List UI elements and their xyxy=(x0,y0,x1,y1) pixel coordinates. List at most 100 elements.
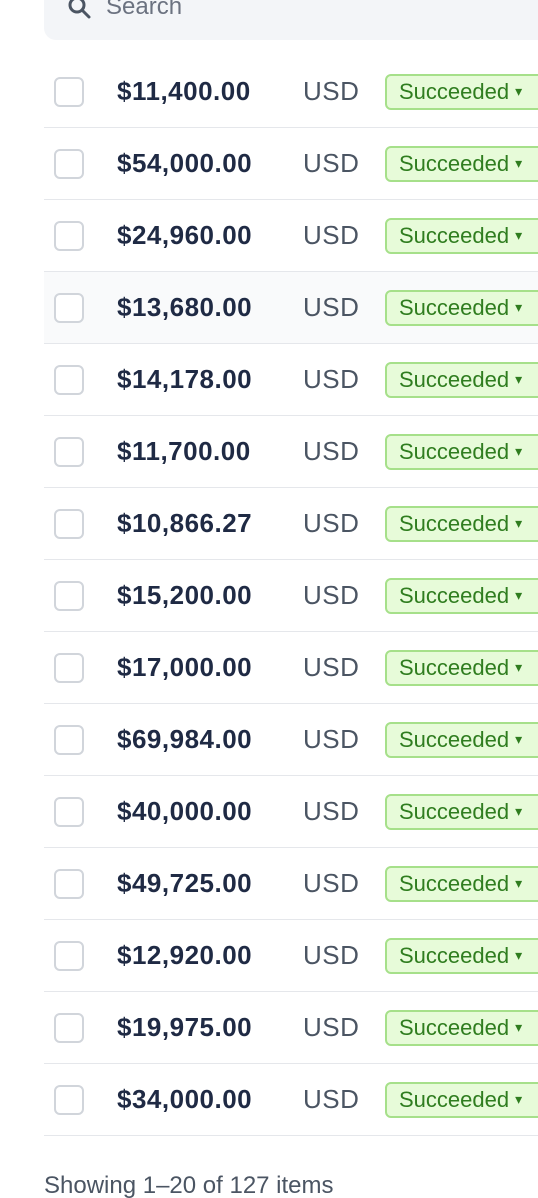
chevron-down-icon: ▾ xyxy=(515,1019,523,1035)
table-row[interactable]: $34,000.00 USD Succeeded ▾ xyxy=(44,1064,538,1136)
row-checkbox[interactable] xyxy=(54,148,84,179)
status-badge[interactable]: Succeeded ▾ xyxy=(385,145,538,182)
table-row[interactable]: $11,700.00 USD Succeeded ▾ xyxy=(44,416,538,488)
amount-cell: $11,400.00 xyxy=(117,76,251,106)
amount-cell: $19,975.00 xyxy=(117,1012,253,1042)
currency-cell: USD xyxy=(303,1084,360,1114)
search-icon xyxy=(66,0,94,22)
row-checkbox[interactable] xyxy=(54,292,84,323)
table-row[interactable]: $12,920.00 USD Succeeded ▾ xyxy=(44,920,538,992)
amount-cell: $49,725.00 xyxy=(117,868,253,898)
status-badge[interactable]: Succeeded ▾ xyxy=(385,73,538,110)
chevron-down-icon: ▾ xyxy=(515,83,523,99)
status-badge[interactable]: Succeeded ▾ xyxy=(385,649,538,686)
table-row[interactable]: $19,975.00 USD Succeeded ▾ xyxy=(44,992,538,1064)
currency-cell: USD xyxy=(303,796,360,826)
chevron-down-icon: ▾ xyxy=(515,515,523,531)
table-row[interactable]: $49,725.00 USD Succeeded ▾ xyxy=(44,848,538,920)
status-badge[interactable]: Succeeded ▾ xyxy=(385,217,538,254)
search-input[interactable] xyxy=(106,0,486,22)
status-badge[interactable]: Succeeded ▾ xyxy=(385,937,538,974)
chevron-down-icon: ▾ xyxy=(515,155,523,171)
chevron-down-icon: ▾ xyxy=(515,587,523,603)
currency-cell: USD xyxy=(303,436,360,466)
status-badge[interactable]: Succeeded ▾ xyxy=(385,1009,538,1046)
status-label: Succeeded xyxy=(399,798,510,824)
status-badge[interactable]: Succeeded ▾ xyxy=(385,1081,538,1118)
chevron-down-icon: ▾ xyxy=(515,227,523,243)
status-label: Succeeded xyxy=(399,1086,510,1112)
amount-cell: $24,960.00 xyxy=(117,220,253,250)
amount-cell: $69,984.00 xyxy=(117,724,253,754)
table-row[interactable]: $17,000.00 USD Succeeded ▾ xyxy=(44,632,538,704)
row-checkbox[interactable] xyxy=(54,220,84,251)
table-row[interactable]: $13,680.00 USD Succeeded ▾ xyxy=(44,272,538,344)
chevron-down-icon: ▾ xyxy=(515,371,523,387)
chevron-down-icon: ▾ xyxy=(515,731,523,747)
row-checkbox[interactable] xyxy=(54,724,84,755)
row-checkbox[interactable] xyxy=(54,1084,84,1115)
chevron-down-icon: ▾ xyxy=(515,875,523,891)
status-badge[interactable]: Succeeded ▾ xyxy=(385,577,538,614)
status-label: Succeeded xyxy=(399,726,510,752)
row-checkbox[interactable] xyxy=(54,796,84,827)
amount-cell: $14,178.00 xyxy=(117,364,253,394)
currency-cell: USD xyxy=(303,580,360,610)
row-checkbox[interactable] xyxy=(54,940,84,971)
table-row[interactable]: $15,200.00 USD Succeeded ▾ xyxy=(44,560,538,632)
table-row[interactable]: $24,960.00 USD Succeeded ▾ xyxy=(44,200,538,272)
amount-cell: $15,200.00 xyxy=(117,580,253,610)
status-label: Succeeded xyxy=(399,582,510,608)
currency-cell: USD xyxy=(303,148,360,178)
status-badge[interactable]: Succeeded ▾ xyxy=(385,505,538,542)
status-label: Succeeded xyxy=(399,654,510,680)
status-label: Succeeded xyxy=(399,150,510,176)
currency-cell: USD xyxy=(303,1012,360,1042)
chevron-down-icon: ▾ xyxy=(515,659,523,675)
table-row[interactable]: $40,000.00 USD Succeeded ▾ xyxy=(44,776,538,848)
status-label: Succeeded xyxy=(399,78,510,104)
amount-cell: $13,680.00 xyxy=(117,292,253,322)
amount-cell: $11,700.00 xyxy=(117,436,251,466)
table-row[interactable]: $54,000.00 USD Succeeded ▾ xyxy=(44,128,538,200)
row-checkbox[interactable] xyxy=(54,868,84,899)
status-badge[interactable]: Succeeded ▾ xyxy=(385,865,538,902)
currency-cell: USD xyxy=(303,76,360,106)
table-row[interactable]: $11,400.00 USD Succeeded ▾ xyxy=(44,56,538,128)
amount-cell: $34,000.00 xyxy=(117,1084,253,1114)
row-checkbox[interactable] xyxy=(54,436,84,467)
status-badge[interactable]: Succeeded ▾ xyxy=(385,361,538,398)
row-checkbox[interactable] xyxy=(54,76,84,107)
status-label: Succeeded xyxy=(399,222,510,248)
search-bar[interactable] xyxy=(44,0,538,40)
amount-cell: $10,866.27 xyxy=(117,508,253,538)
amount-cell: $12,920.00 xyxy=(117,940,253,970)
row-checkbox[interactable] xyxy=(54,652,84,683)
row-checkbox[interactable] xyxy=(54,580,84,611)
payments-page: $11,400.00 USD Succeeded ▾ $54,000.00 USD Succ… xyxy=(0,0,538,1198)
table-row[interactable]: $69,984.00 USD Succeeded ▾ xyxy=(44,704,538,776)
table-row[interactable]: $10,866.27 USD Succeeded ▾ xyxy=(44,488,538,560)
row-checkbox[interactable] xyxy=(54,364,84,395)
chevron-down-icon: ▾ xyxy=(515,947,523,963)
chevron-down-icon: ▾ xyxy=(515,1091,523,1107)
table-row[interactable]: $14,178.00 USD Succeeded ▾ xyxy=(44,344,538,416)
currency-cell: USD xyxy=(303,724,360,754)
row-checkbox[interactable] xyxy=(54,1012,84,1043)
row-checkbox[interactable] xyxy=(54,508,84,539)
currency-cell: USD xyxy=(303,220,360,250)
status-badge[interactable]: Succeeded ▾ xyxy=(385,793,538,830)
status-label: Succeeded xyxy=(399,1014,510,1040)
amount-cell: $17,000.00 xyxy=(117,652,253,682)
status-label: Succeeded xyxy=(399,294,510,320)
currency-cell: USD xyxy=(303,652,360,682)
status-label: Succeeded xyxy=(399,870,510,896)
chevron-down-icon: ▾ xyxy=(515,803,523,819)
status-badge[interactable]: Succeeded ▾ xyxy=(385,721,538,758)
chevron-down-icon: ▾ xyxy=(515,443,523,459)
status-badge[interactable]: Succeeded ▾ xyxy=(385,433,538,470)
currency-cell: USD xyxy=(303,508,360,538)
status-badge[interactable]: Succeeded ▾ xyxy=(385,289,538,326)
currency-cell: USD xyxy=(303,940,360,970)
status-label: Succeeded xyxy=(399,438,510,464)
